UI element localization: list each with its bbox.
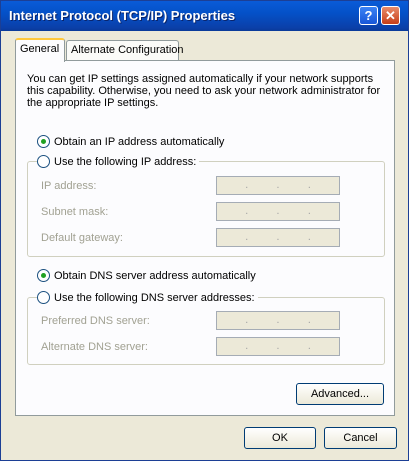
radio-use-following-dns[interactable]: Use the following DNS server addresses: [37,291,258,304]
dialog-window: Internet Protocol (TCP/IP) Properties ? … [0,0,409,461]
alternate-dns-field: ... [216,337,340,356]
radio-obtain-ip-auto[interactable]: Obtain an IP address automatically [37,135,224,148]
ok-button[interactable]: OK [244,427,316,449]
help-icon: ? [364,8,373,23]
tab-general[interactable]: General [15,38,65,62]
default-gateway-field: ... [216,228,340,247]
radio-selected-icon [37,269,50,282]
ip-address-label: IP address: [41,180,97,192]
radio-unselected-icon [37,291,50,304]
radio-use-following-dns-label: Use the following DNS server addresses: [54,291,255,304]
window-title: Internet Protocol (TCP/IP) Properties [9,8,236,23]
radio-selected-icon [37,135,50,148]
title-bar[interactable]: Internet Protocol (TCP/IP) Properties ? … [1,1,408,31]
close-icon: ✕ [385,8,396,23]
description-text: You can get IP settings assigned automat… [27,73,381,109]
ip-address-field: ... [216,176,340,195]
subnet-mask-label: Subnet mask: [41,206,109,218]
radio-obtain-ip-auto-label: Obtain an IP address automatically [54,135,225,148]
radio-use-following-ip-label: Use the following IP address: [54,155,197,168]
advanced-button[interactable]: Advanced... [296,383,384,405]
tab-alternate-configuration[interactable]: Alternate Configuration [66,40,184,60]
radio-use-following-ip[interactable]: Use the following IP address: [37,155,200,168]
alternate-dns-label: Alternate DNS server: [41,341,148,353]
subnet-mask-field: ... [216,202,340,221]
default-gateway-label: Default gateway: [41,232,123,244]
radio-obtain-dns-auto[interactable]: Obtain DNS server address automatically [37,269,256,282]
general-tab-panel: You can get IP settings assigned automat… [15,60,395,416]
close-button[interactable]: ✕ [381,6,400,25]
help-button[interactable]: ? [359,6,378,25]
radio-unselected-icon [37,155,50,168]
preferred-dns-label: Preferred DNS server: [41,315,150,327]
preferred-dns-field: ... [216,311,340,330]
cancel-button[interactable]: Cancel [324,427,397,449]
radio-obtain-dns-auto-label: Obtain DNS server address automatically [54,269,256,282]
